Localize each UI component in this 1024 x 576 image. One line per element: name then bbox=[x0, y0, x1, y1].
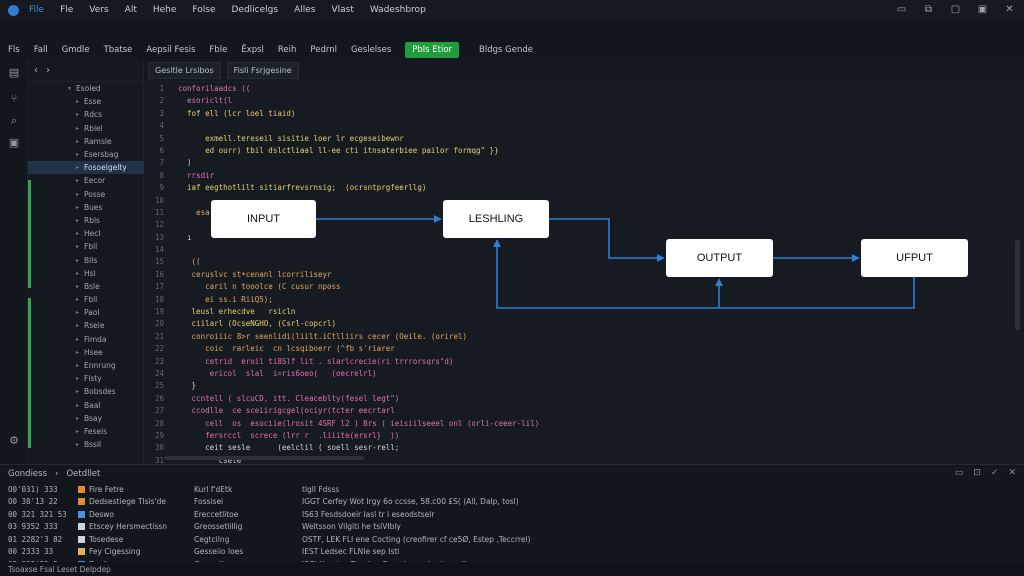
layout-icon[interactable]: ⊡ bbox=[973, 468, 981, 478]
log-source-label: Tosedese bbox=[89, 534, 124, 544]
flow-node-label: INPUT bbox=[247, 213, 280, 225]
log-time: O0'031) 333 bbox=[8, 484, 58, 494]
log-source: Fire Fetre bbox=[78, 485, 194, 494]
log-message: Weltsson Vilgiti he tsiVIbly bbox=[302, 522, 401, 532]
panel-breadcrumb: Gondiess › Oetdllet bbox=[0, 465, 1024, 483]
log-row[interactable]: 00 2333 33 Fey Cigessing Gesseiio loes IEST… bbox=[0, 546, 1024, 559]
log-type: Greossetlillig bbox=[194, 522, 243, 532]
log-type: Gesseiio loes bbox=[194, 547, 244, 557]
log-time: 00 2333 33 bbox=[8, 547, 54, 557]
breadcrumb-item[interactable]: Gondiess bbox=[8, 469, 47, 479]
flow-node-label: UFPUT bbox=[896, 252, 933, 264]
file-icon bbox=[78, 523, 85, 531]
log-message: OSTF, LEK FLI ene Cocting (creofirer cf … bbox=[302, 534, 531, 544]
log-source: Dedsestiege Tlsis'de bbox=[78, 497, 194, 506]
flow-node-output[interactable]: OUTPUT bbox=[666, 239, 773, 277]
file-icon bbox=[78, 535, 85, 543]
log-source-label: Deswo bbox=[89, 509, 115, 519]
pin-icon[interactable]: ▭ bbox=[955, 468, 964, 478]
log-source: Etscey Hersmectissn bbox=[78, 522, 194, 531]
log-source: Deswo bbox=[78, 510, 194, 519]
status-bar: Tsoaxse Fsal Leset Delpdep bbox=[0, 562, 1024, 576]
file-icon bbox=[78, 485, 85, 493]
check-icon[interactable]: ✓ bbox=[991, 468, 999, 478]
log-row[interactable]: 03 9352 333 Etscey Hersmectissn Greossetli… bbox=[0, 521, 1024, 534]
log-source-label: Fey Cigessing bbox=[89, 547, 141, 557]
log-time: 00 321 321 53 bbox=[8, 509, 67, 519]
log-time: O0 38'13 22 bbox=[8, 497, 58, 507]
file-icon bbox=[78, 498, 85, 506]
log-type: Ereccetlitoe bbox=[194, 509, 239, 519]
log-row[interactable]: O0 38'13 22 Dedsestiege Tlsis'de Fossisei I… bbox=[0, 496, 1024, 509]
log-source: Fey Cigessing bbox=[78, 547, 194, 556]
log-list: O0'031) 333 Fire Fetre Kurl f'dEtk tlgll Fd… bbox=[0, 483, 1024, 571]
flow-node-input[interactable]: INPUT bbox=[211, 200, 316, 238]
status-text: Tsoaxse Fsal Leset Delpdep bbox=[8, 564, 111, 574]
log-type: Fossisei bbox=[194, 497, 224, 507]
log-type: Cegtcilng bbox=[194, 534, 230, 544]
log-source-label: Dedsestiege Tlsis'de bbox=[89, 497, 166, 507]
log-type: Kurl f'dEtk bbox=[194, 484, 233, 494]
flow-node-label: LESHLING bbox=[468, 213, 524, 225]
log-message: IS63 Fesdsdoeir lasl tr l eseodstselr bbox=[302, 509, 435, 519]
flow-node-leshing[interactable]: LESHLING bbox=[443, 200, 549, 238]
log-row[interactable]: 00 321 321 53 Deswo Ereccetlitoe IS63 Fesds… bbox=[0, 508, 1024, 521]
log-time: 03 9352 333 bbox=[8, 522, 58, 532]
output-panel: Gondiess › Oetdllet ▭ ⊡ ✓ ✕ O0'031) 333 F… bbox=[0, 464, 1024, 569]
log-row[interactable]: O0'031) 333 Fire Fetre Kurl f'dEtk tlgll Fd… bbox=[0, 483, 1024, 496]
log-message: IEST Ledsec FLNIe sep Istl bbox=[302, 547, 400, 557]
log-time: 01 2282'3 82 bbox=[8, 534, 63, 544]
log-row[interactable]: 01 2282'3 82 Tosedese Cegtcilng OSTF, LEK F… bbox=[0, 533, 1024, 546]
log-source-label: Fire Fetre bbox=[89, 484, 124, 494]
flow-node-label: OUTPUT bbox=[696, 252, 743, 264]
log-message: tlgll Fdsss bbox=[302, 484, 340, 494]
edge-leshing-output bbox=[549, 218, 665, 262]
breadcrumb-item[interactable]: Oetdllet bbox=[66, 469, 100, 479]
flow-node-upfut[interactable]: UFPUT bbox=[861, 239, 968, 277]
log-source: Tosedese bbox=[78, 535, 194, 544]
panel-controls: ▭ ⊡ ✓ ✕ bbox=[955, 468, 1016, 478]
file-icon bbox=[78, 510, 85, 518]
file-icon bbox=[78, 548, 85, 556]
chevron-right-icon: › bbox=[55, 469, 59, 479]
log-message: IGGT Cerfey Wot Irgy 6o ccsse, 58.c00 £S… bbox=[302, 497, 519, 507]
close-icon[interactable]: ✕ bbox=[1008, 468, 1016, 478]
log-source-label: Etscey Hersmectissn bbox=[89, 522, 168, 532]
